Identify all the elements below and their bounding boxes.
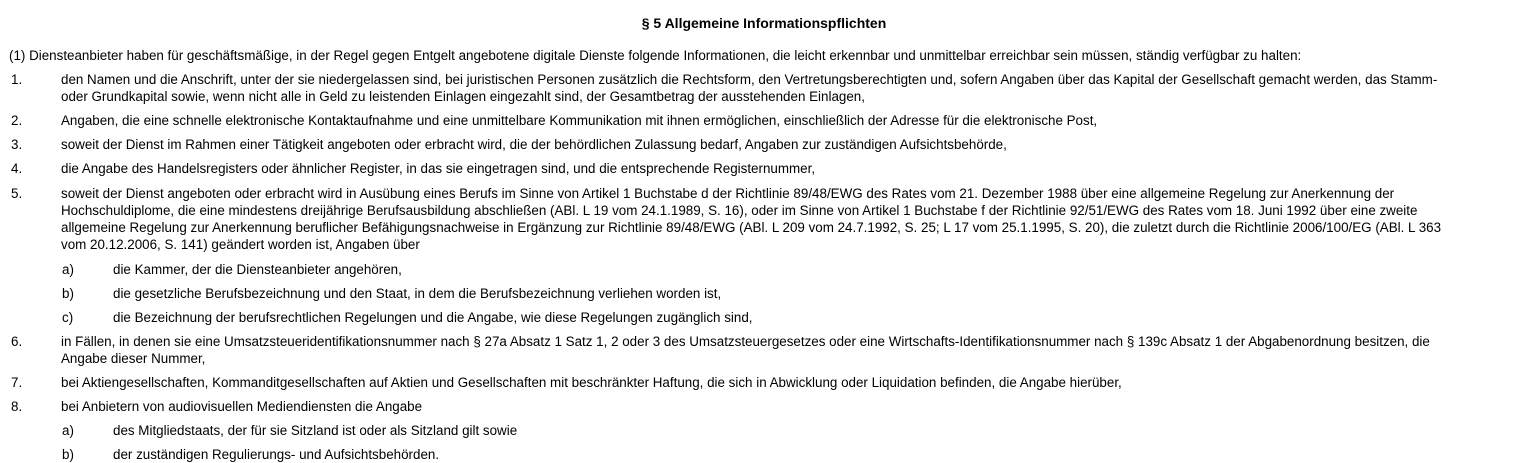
item-number: 7.	[11, 375, 23, 390]
item-text: Angaben, die eine schnelle elektronische…	[61, 112, 1523, 129]
item-text: bei Aktiengesellschaften, Kommanditgesel…	[61, 374, 1523, 391]
item-number: 1.	[11, 72, 23, 87]
item-line: Angaben, die eine schnelle elektronische…	[61, 113, 1098, 128]
document-page: § 5 Allgemeine Informationspflichten (1)…	[0, 0, 1528, 462]
section-title: § 5 Allgemeine Informationspflichten	[641, 15, 887, 31]
sub-item-label: c)	[62, 310, 74, 325]
sub-item-text: der zuständigen Regulierungs- und Aufsic…	[113, 447, 440, 462]
item-line: vom 20.12.2006, S. 141) geändert worden …	[61, 237, 420, 252]
item-number: 6.	[11, 334, 23, 349]
sub-item-label: a)	[62, 262, 74, 277]
item-line: bei Anbietern von audiovisuellen Mediend…	[61, 399, 423, 414]
intro-paragraph: (1) Diensteanbieter haben für geschäftsm…	[9, 48, 1302, 63]
item-number: 2.	[11, 113, 23, 128]
item-number: 4.	[11, 161, 23, 176]
item-line: oder Grundkapital sowie, wenn nicht alle…	[61, 89, 865, 104]
item-line: den Namen und die Anschrift, unter der s…	[61, 72, 1438, 87]
sub-item-text: des Mitgliedstaats, der für sie Sitzland…	[113, 423, 518, 438]
sub-item-text: die Kammer, der die Diensteanbieter ange…	[113, 262, 402, 277]
item-text: die Angabe des Handelsregisters oder ähn…	[61, 160, 1523, 177]
item-line: soweit der Dienst im Rahmen einer Tätigk…	[61, 137, 1007, 152]
item-number: 3.	[11, 137, 23, 152]
sub-item-text: die gesetzliche Berufsbezeichnung und de…	[113, 286, 722, 301]
item-line: Hochschuldiplome, die eine mindestens dr…	[61, 203, 1418, 218]
sub-item-text: die Bezeichnung der berufsrechtlichen Re…	[113, 310, 753, 325]
item-text: in Fällen, in denen sie eine Umsatzsteue…	[61, 333, 1523, 367]
sub-item-label: a)	[62, 423, 74, 438]
item-line: bei Aktiengesellschaften, Kommanditgesel…	[61, 375, 1122, 390]
item-line: Angabe dieser Nummer,	[61, 351, 206, 366]
item-line: die Angabe des Handelsregisters oder ähn…	[61, 161, 816, 176]
sub-item-label: b)	[62, 447, 74, 462]
item-line: allgemeine Regelung zur Anerkennung beru…	[61, 220, 1442, 235]
item-line: in Fällen, in denen sie eine Umsatzsteue…	[61, 334, 1430, 349]
item-number: 5.	[11, 186, 23, 201]
sub-item-label: b)	[62, 286, 74, 301]
item-number: 8.	[11, 399, 23, 414]
item-line: soweit der Dienst angeboten oder erbrach…	[61, 186, 1395, 201]
item-text: den Namen und die Anschrift, unter der s…	[61, 71, 1523, 105]
item-text: bei Anbietern von audiovisuellen Mediend…	[61, 398, 1523, 415]
item-text: soweit der Dienst im Rahmen einer Tätigk…	[61, 136, 1523, 153]
item-text: soweit der Dienst angeboten oder erbrach…	[61, 185, 1523, 253]
